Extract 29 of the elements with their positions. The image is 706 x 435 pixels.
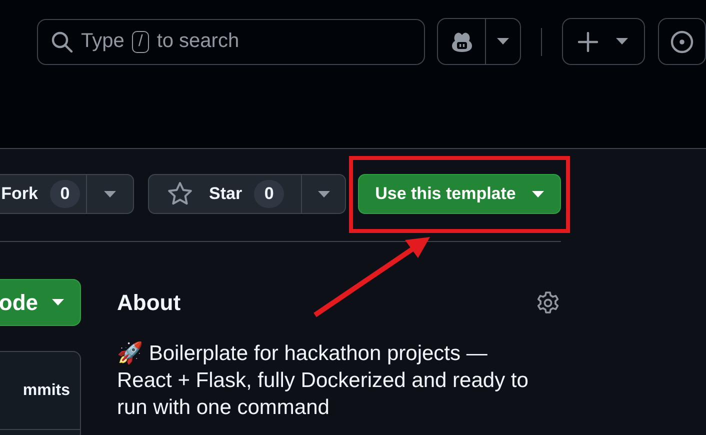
star-icon — [167, 181, 193, 207]
caret-icon — [104, 190, 116, 198]
caret-icon — [52, 299, 64, 306]
use-template-button[interactable]: Use this template — [358, 174, 561, 214]
about-heading: About — [117, 290, 181, 316]
action-label: Star — [209, 184, 242, 204]
create-new-button[interactable] — [562, 18, 646, 65]
commits-link[interactable]: mmits — [22, 382, 70, 400]
count-badge: 0 — [254, 180, 284, 208]
caret-icon — [496, 38, 509, 45]
robot-icon — [450, 30, 474, 52]
caret-icon — [318, 190, 330, 198]
shortcut-key: / — [132, 30, 149, 52]
search-hint: to search — [156, 30, 240, 53]
caret-icon — [616, 38, 628, 45]
circle-dot-icon — [670, 30, 694, 54]
repo-action-button[interactable]: Star 0 — [149, 175, 302, 213]
count-badge: 0 — [50, 180, 80, 208]
issues-button[interactable] — [658, 18, 706, 65]
search-field[interactable]: Type / to search — [37, 18, 425, 64]
action-label: Fork — [1, 184, 38, 204]
repo-description: 🚀 Boilerplate for hackathon projects — React + Flask, fully Dockerized and ready to run with one command — [117, 340, 530, 421]
repo-action-button[interactable]: Fork 0 — [0, 175, 87, 213]
code-button[interactable]: ode — [0, 279, 81, 326]
settings-icon[interactable] — [536, 290, 560, 314]
search-hint: Type — [81, 30, 124, 53]
caret-icon — [532, 190, 544, 198]
search-icon — [51, 30, 73, 52]
plus-icon — [578, 32, 598, 52]
